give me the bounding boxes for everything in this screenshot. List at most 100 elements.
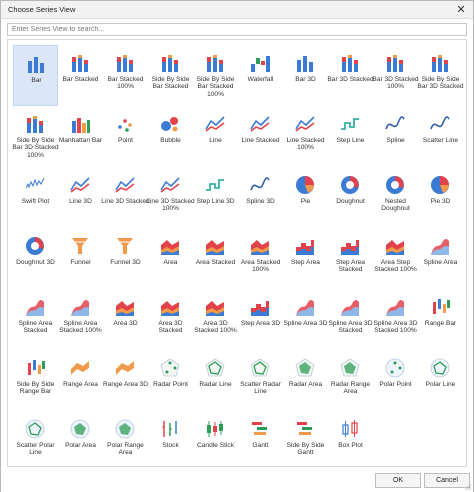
series-view-item[interactable]: Radar Line [193, 350, 238, 411]
series-view-item[interactable]: Nested Doughnut [373, 167, 418, 228]
resize-grip-icon[interactable] [465, 484, 471, 490]
series-view-item[interactable]: Range Bar [418, 289, 463, 350]
series-view-item[interactable]: Scatter Polar Line [13, 411, 58, 466]
series-view-item[interactable]: Polar Line [418, 350, 463, 411]
series-view-item[interactable]: Scatter Line [418, 106, 463, 167]
series-view-item[interactable]: Radar Range Area [328, 350, 373, 411]
series-view-item[interactable]: Funnel 3D [103, 228, 148, 289]
series-view-label: Nested Doughnut [381, 198, 410, 213]
polar-point-icon [385, 358, 405, 378]
series-view-item[interactable]: Area Step Stacked 100% [373, 228, 418, 289]
series-view-item[interactable]: Doughnut [328, 167, 373, 228]
series-view-label: Polar Line [425, 381, 456, 388]
series-view-item[interactable]: Box Plot [328, 411, 373, 466]
series-view-item[interactable]: Side By Side Bar 3D Stacked [417, 45, 464, 106]
series-view-item[interactable]: Doughnut 3D [13, 228, 58, 289]
series-view-item[interactable]: Side By Side Bar Stacked [148, 45, 193, 106]
series-view-item[interactable]: Bubble [148, 106, 193, 167]
series-view-item[interactable]: Spline Area 3D Stacked [328, 289, 373, 350]
series-view-item[interactable]: Range Area 3D [103, 350, 148, 411]
series-view-item[interactable]: Area 3D [103, 289, 148, 350]
step-line-3d-icon [206, 179, 224, 191]
spline-icon [385, 116, 405, 130]
series-view-label: Step Area 3D [240, 320, 281, 327]
ok-button[interactable]: OK [375, 473, 421, 488]
series-view-item[interactable]: Area Stacked 100% [238, 228, 283, 289]
series-view-item[interactable]: Spline [373, 106, 418, 167]
series-view-item[interactable]: Bar Stacked [58, 45, 103, 106]
series-view-item[interactable]: Candle Stick [193, 411, 238, 466]
radar-line-icon [205, 358, 225, 377]
series-view-item[interactable]: Side By Side Bar 3D Stacked 100% [12, 106, 59, 167]
series-view-item[interactable]: Polar Range Area [103, 411, 148, 466]
series-view-label: Polar Range Area [107, 442, 144, 457]
series-view-item[interactable]: Step Line 3D [193, 167, 238, 228]
series-view-item[interactable]: Spline Area 3D [283, 289, 328, 350]
series-view-item[interactable]: Step Area Stacked [328, 228, 373, 289]
series-view-item[interactable]: Radar Area [283, 350, 328, 411]
series-view-item[interactable]: Step Area 3D [238, 289, 283, 350]
series-view-item[interactable]: Step Area [283, 228, 328, 289]
series-view-item[interactable]: Line Stacked 100% [283, 106, 328, 167]
series-view-item[interactable]: Area 3D Stacked 100% [193, 289, 238, 350]
close-icon[interactable]: ✕ [453, 3, 469, 17]
bar-chart-icon [28, 57, 44, 73]
line-3d-stacked-icon [115, 177, 135, 193]
series-view-item[interactable]: Pie 3D [418, 167, 463, 228]
funnel-3d-icon [117, 238, 133, 254]
series-view-item[interactable]: Spline 3D [238, 167, 283, 228]
series-view-label: Spline [386, 137, 405, 144]
series-view-item[interactable]: Point [103, 106, 148, 167]
line-stacked-100-icon [295, 116, 315, 132]
series-view-item[interactable]: Scatter Radar Line [238, 350, 283, 411]
search-input[interactable] [8, 24, 466, 35]
series-view-label: Doughnut 3D [16, 259, 55, 266]
series-view-item[interactable]: Line 3D Stacked 100% [146, 167, 195, 228]
series-view-item[interactable]: Pie [283, 167, 328, 228]
search-box[interactable] [7, 23, 467, 36]
series-view-item[interactable]: Side By Side Range Bar [13, 350, 58, 411]
area-3d-stacked-100-icon [206, 301, 224, 316]
series-view-item[interactable]: Spline Area Stacked [13, 289, 58, 350]
series-view-label: Radar Line [199, 381, 232, 388]
series-view-item[interactable]: Gantt [238, 411, 283, 466]
series-view-item[interactable]: Stock [148, 411, 193, 466]
series-view-item[interactable]: Spline Area [418, 228, 463, 289]
bar-3d-icon [297, 56, 313, 72]
series-view-item[interactable]: Line Stacked [238, 106, 283, 167]
series-view-item[interactable]: Line [193, 106, 238, 167]
series-view-label: Pie 3D [430, 198, 451, 205]
series-view-item[interactable]: Range Area [58, 350, 103, 411]
series-view-item[interactable]: Side By Side Bar Stacked 100% [193, 45, 238, 106]
series-view-label: Side By Side Bar Stacked 100% [196, 76, 235, 98]
series-view-item[interactable]: Bar [13, 45, 58, 106]
series-view-item[interactable]: Spline Area Stacked 100% [58, 289, 103, 350]
cancel-button[interactable]: Cancel [424, 473, 470, 488]
series-view-item[interactable]: Polar Point [373, 350, 418, 411]
series-view-item[interactable]: Line 3D Stacked [101, 167, 150, 228]
series-view-item[interactable]: Funnel [58, 228, 103, 289]
series-view-label: Spline Area Stacked 100% [59, 320, 102, 335]
radar-area-icon [295, 358, 315, 377]
series-view-item[interactable]: Area 3D Stacked [148, 289, 193, 350]
series-view-item[interactable]: Manhattan Bar [58, 106, 103, 167]
series-view-item[interactable]: Radar Point [148, 350, 193, 411]
series-view-item[interactable]: Side By Side Gantt [283, 411, 328, 466]
series-view-item[interactable]: Swift Plot [13, 167, 58, 228]
manhattan-bar-icon [72, 118, 90, 133]
series-view-item[interactable]: Line 3D [58, 167, 103, 228]
series-view-label: Point [117, 137, 134, 144]
series-view-label: Side By Side Gantt [286, 442, 325, 457]
series-view-item[interactable]: Area [148, 228, 193, 289]
dialog-title: Choose Series View [8, 5, 76, 14]
series-view-item[interactable]: Bar 3D Stacked 100% [372, 45, 419, 106]
series-view-label: Side By Side Bar 3D Stacked 100% [12, 137, 59, 159]
series-view-item[interactable]: Polar Area [58, 411, 103, 466]
series-view-item[interactable]: Spline Area 3D Stacked 100% [373, 289, 418, 350]
series-view-item[interactable]: Bar 3D [283, 45, 328, 106]
series-view-item[interactable]: Bar Stacked 100% [103, 45, 148, 106]
series-view-item[interactable]: Step Line [328, 106, 373, 167]
series-view-item[interactable]: Area Stacked [193, 228, 238, 289]
series-view-item[interactable]: Waterfall [238, 45, 283, 106]
series-view-item[interactable]: Bar 3D Stacked [327, 45, 374, 106]
